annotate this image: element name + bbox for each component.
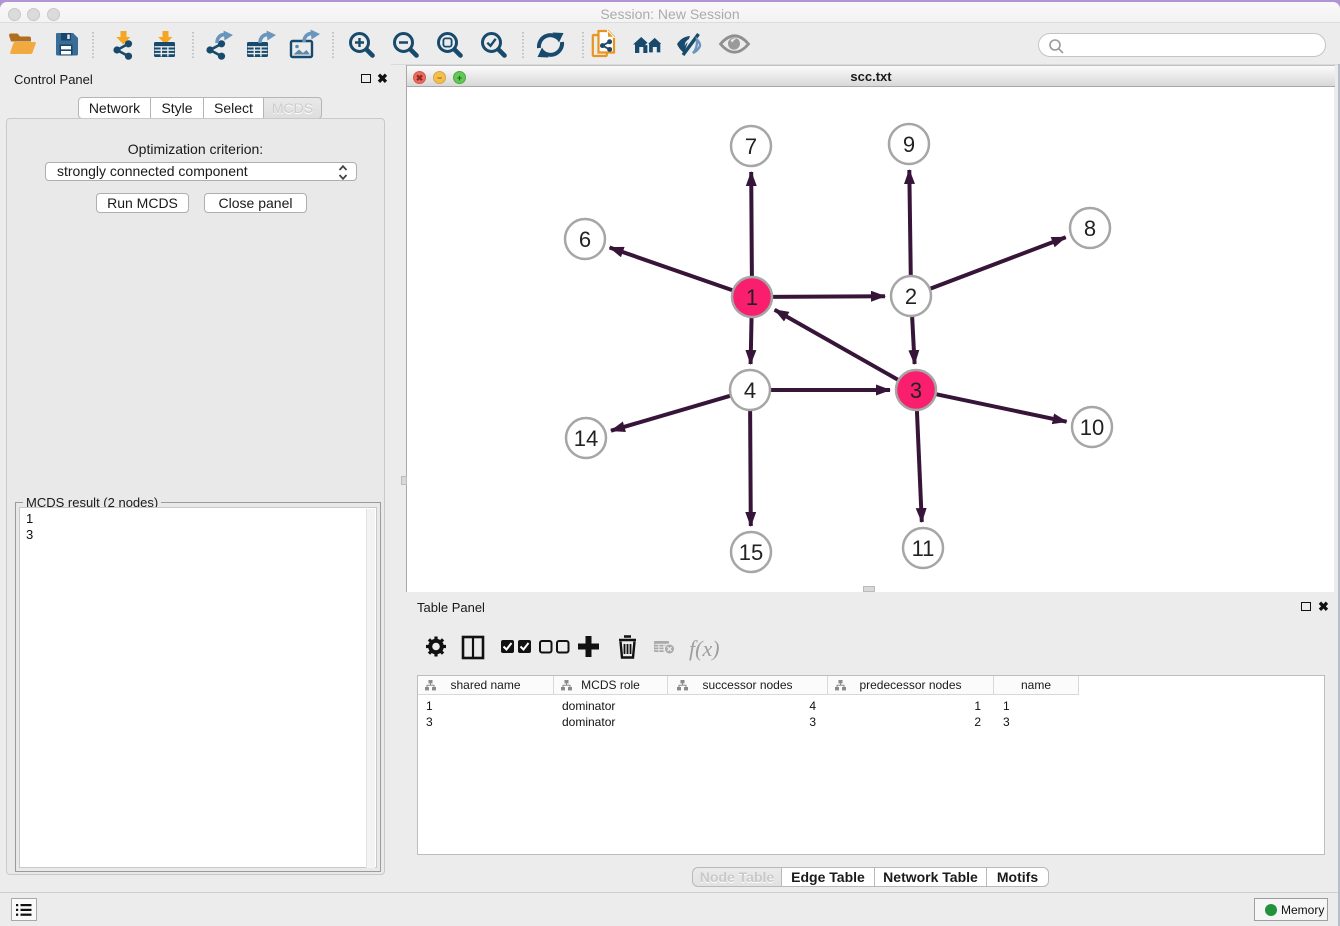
svg-text:1: 1 — [746, 285, 758, 310]
svg-text:15: 15 — [739, 540, 763, 565]
svg-text:3: 3 — [910, 378, 922, 403]
svg-text:f(x): f(x) — [689, 636, 720, 661]
svg-text:6: 6 — [579, 227, 591, 252]
svg-text:9: 9 — [903, 132, 915, 157]
svg-text:11: 11 — [912, 536, 935, 561]
svg-text:14: 14 — [574, 426, 598, 451]
svg-text:2: 2 — [905, 284, 917, 309]
svg-text:4: 4 — [744, 378, 756, 403]
svg-text:8: 8 — [1084, 216, 1096, 241]
svg-text:10: 10 — [1080, 415, 1104, 440]
svg-text:7: 7 — [745, 134, 757, 159]
